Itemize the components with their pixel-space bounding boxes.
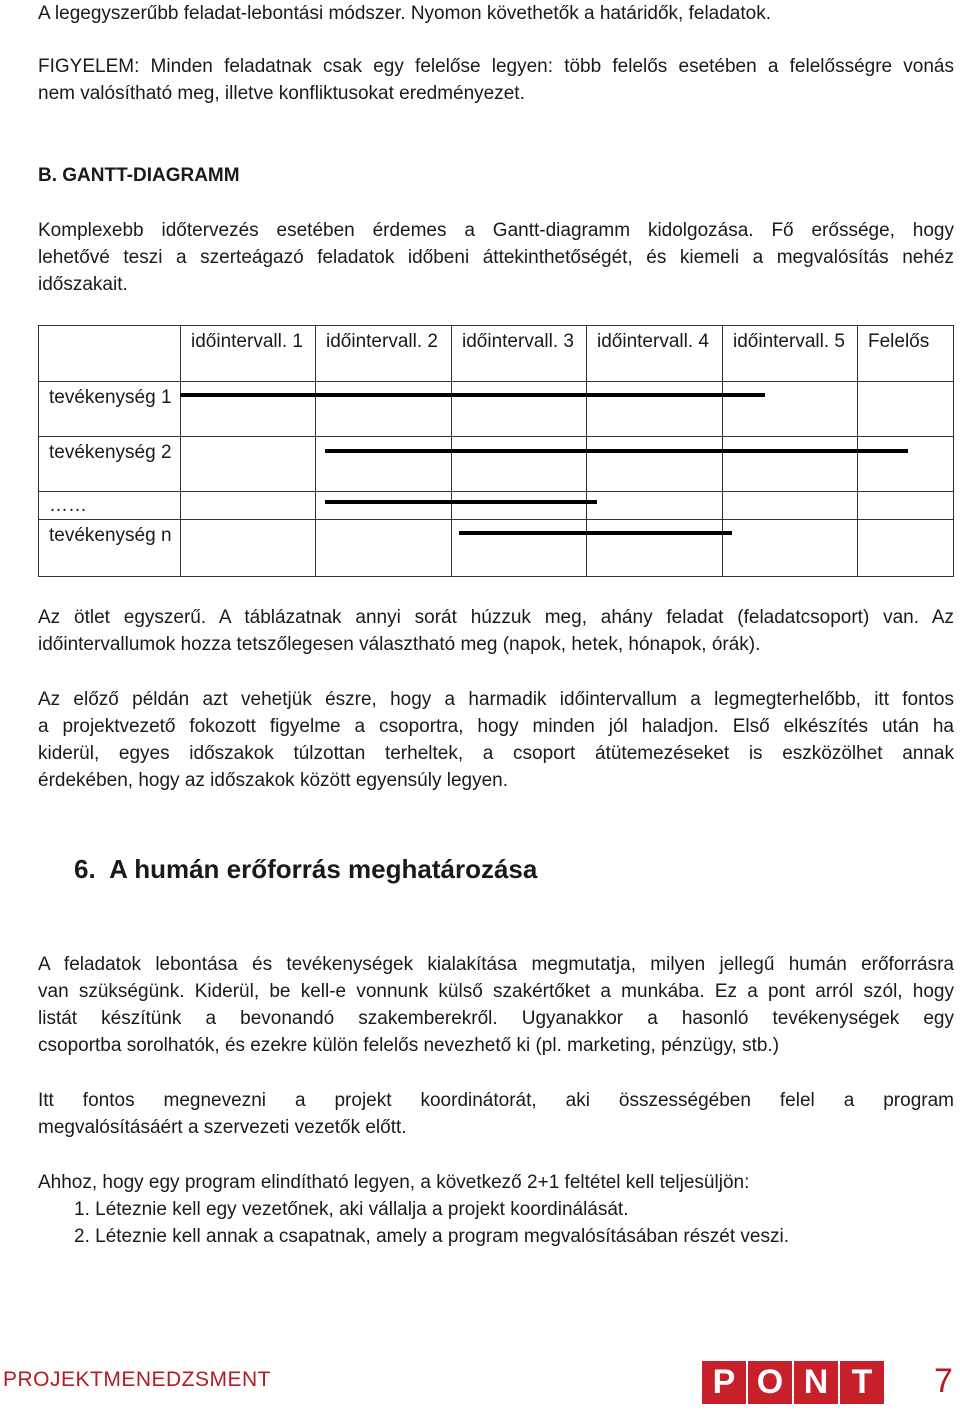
header-cell: időintervall. 3: [451, 325, 587, 382]
footer-title: PROJEKTMENEDZSMENT: [3, 1368, 272, 1391]
warning-line: nem valósítható meg, illetve konfliktuso…: [38, 83, 525, 104]
para-line: időintervallumok hozza tetszőlegesen vál…: [38, 634, 761, 655]
header-cell: Felelős: [857, 325, 954, 382]
pont-logo: P O N T: [702, 1361, 884, 1404]
para-line: van szükségünk. Kiderül, be kell-e vonnu…: [38, 981, 954, 1002]
row-label: ……: [38, 491, 181, 520]
para-line: megvalósításáért a szervezeti vezetők el…: [38, 1117, 407, 1138]
table-row: tevékenység n: [38, 519, 954, 577]
header-cell: időintervall. 4: [586, 325, 723, 382]
para-line: Az előző példán azt vehetjük észre, hogy…: [38, 689, 954, 710]
gantt-bar: [180, 393, 765, 397]
header-cell: időintervall. 5: [722, 325, 858, 382]
table-row: tevékenység 1: [38, 381, 954, 437]
para-line: a projektvezető fokozott figyelme a csop…: [38, 716, 954, 737]
para-line: kiderül, egyes időszakok túlzottan terhe…: [38, 743, 954, 764]
header-cell: [38, 325, 181, 382]
warning-line: FIGYELEM: Minden feladatnak csak egy fel…: [38, 56, 954, 77]
page-number: 7: [934, 1362, 953, 1400]
table-row: ……: [38, 491, 954, 520]
intro-text: A legegyszerűbb feladat-lebontási módsze…: [38, 3, 771, 24]
para-line: A feladatok lebontása és tevékenységek k…: [38, 954, 954, 975]
logo-letter: P: [702, 1361, 746, 1404]
section-heading: 6. A humán erőforrás meghatározása: [74, 854, 538, 884]
gantt-bar: [325, 500, 597, 504]
logo-letter: N: [794, 1361, 838, 1404]
logo-letter: T: [840, 1361, 884, 1404]
para-line: Itt fontos megnevezni a projekt koordiná…: [38, 1090, 954, 1111]
table-row: tevékenység 2: [38, 436, 954, 492]
gantt-bar: [325, 449, 908, 453]
header-cell: időintervall. 2: [315, 325, 452, 382]
gantt-intro-line: Komplexebb időtervezés esetében érdemes …: [38, 220, 954, 241]
row-label: tevékenység 2: [38, 436, 181, 492]
para-line: érdekében, hogy az időszakok között egye…: [38, 770, 509, 791]
row-label: tevékenység n: [38, 519, 181, 577]
logo-letter: O: [748, 1361, 792, 1404]
para-line: Ahhoz, hogy egy program elindítható legy…: [38, 1172, 750, 1193]
header-cell: időintervall. 1: [180, 325, 316, 382]
row-label: tevékenység 1: [38, 381, 181, 437]
list-item: 2. Léteznie kell annak a csapatnak, amel…: [74, 1226, 789, 1247]
list-item: 1. Léteznie kell egy vezetőnek, aki váll…: [74, 1199, 629, 1220]
gantt-heading: B. GANTT-DIAGRAMM: [38, 165, 240, 186]
gantt-intro-line: lehetővé teszi a szerteágazó feladatok i…: [38, 247, 954, 268]
para-line: Az ötlet egyszerű. A táblázatnak annyi s…: [38, 607, 954, 628]
gantt-intro-line: időszakait.: [38, 274, 128, 295]
para-line: csoportba sorolhatók, és ezekre külön fe…: [38, 1035, 780, 1056]
para-line: listát készítünk a bevonandó szakemberek…: [38, 1008, 954, 1029]
gantt-bar: [459, 531, 732, 535]
